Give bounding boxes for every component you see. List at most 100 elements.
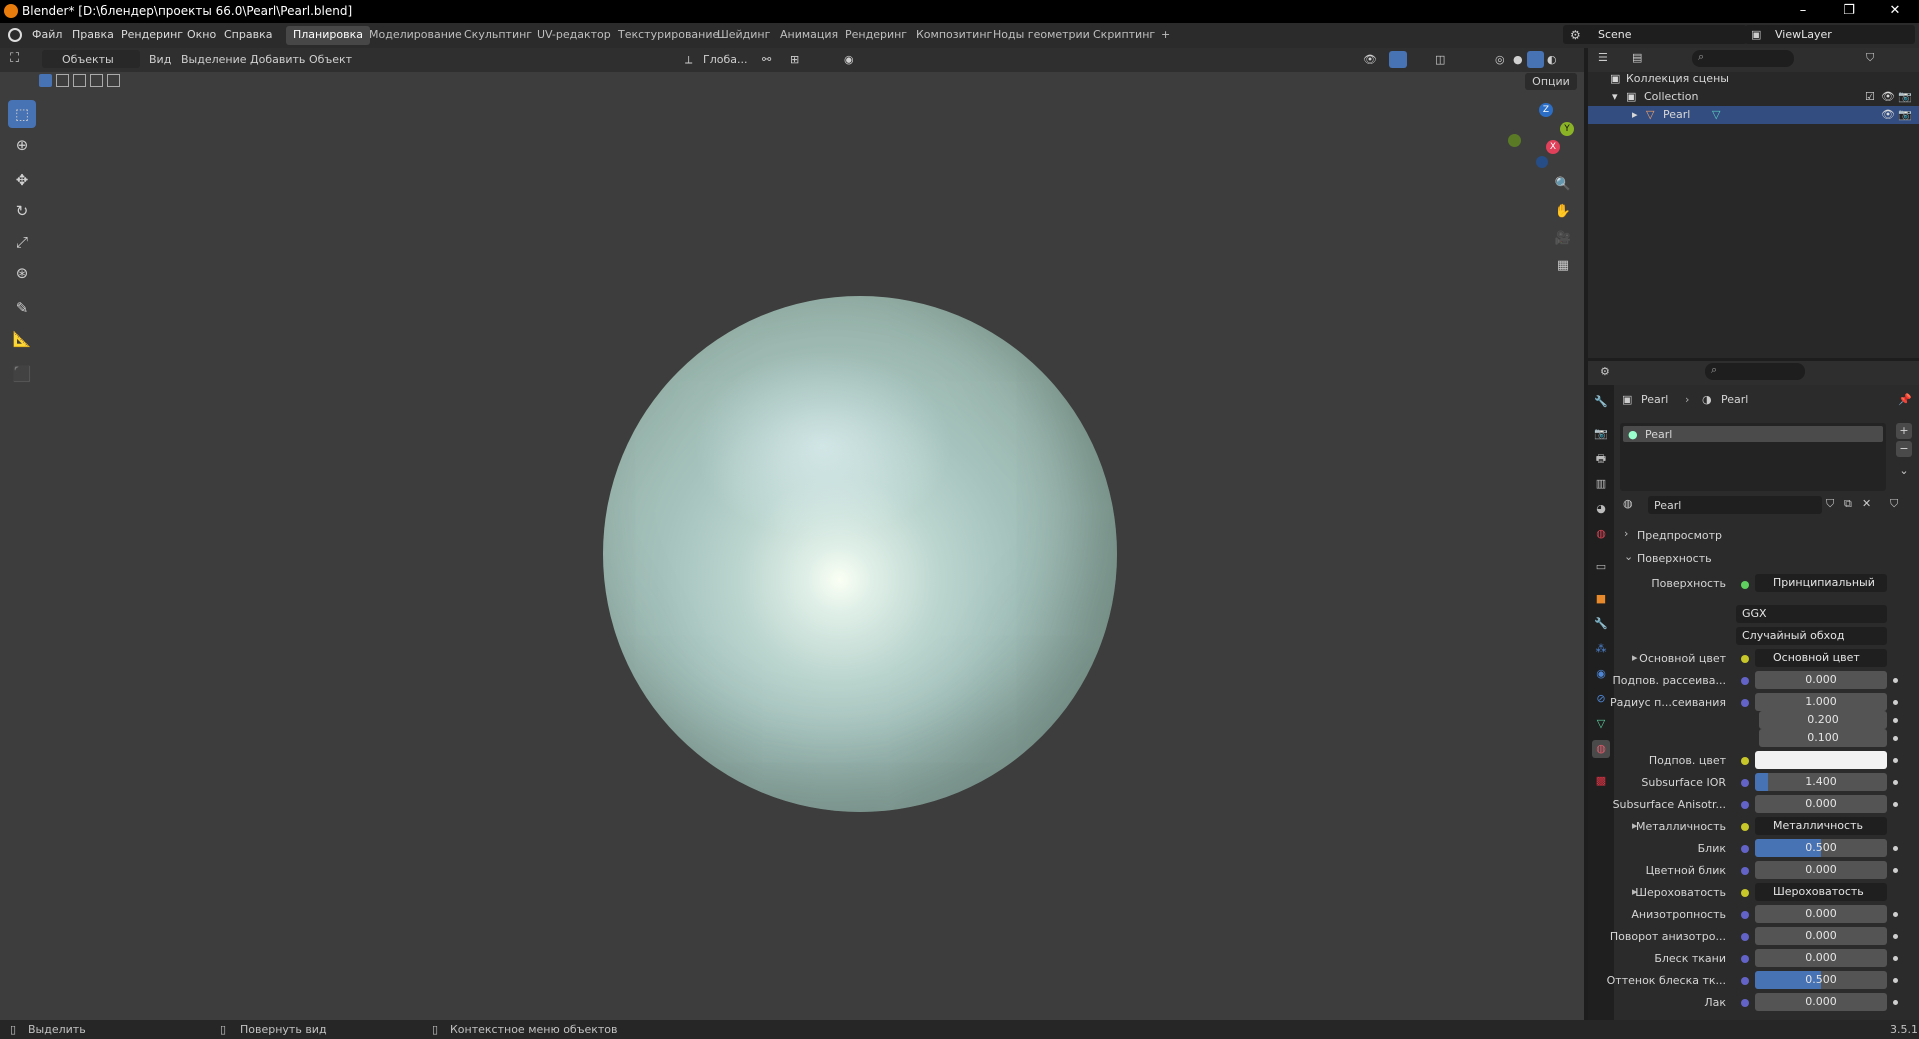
keyframe-dot-icon[interactable]: [1893, 912, 1898, 917]
transform-orientation-icon[interactable]: ⟂: [685, 53, 692, 67]
keyframe-dot-icon[interactable]: [1893, 718, 1898, 723]
number-field[interactable]: 0.000: [1755, 671, 1887, 689]
annotate-tool-icon[interactable]: ✎: [8, 294, 36, 322]
solid-shading-icon[interactable]: ●: [1513, 53, 1523, 66]
rendered-shading-icon[interactable]: ◐: [1547, 53, 1557, 66]
number-field[interactable]: 0.200: [1759, 711, 1887, 729]
gizmo-z-axis[interactable]: Z: [1539, 103, 1553, 117]
socket-dot[interactable]: [1741, 655, 1749, 663]
section-surface[interactable]: Поверхность: [1637, 552, 1712, 565]
gizmo-toggle[interactable]: [1389, 51, 1407, 68]
socket-dot[interactable]: [1741, 911, 1749, 919]
collection-tab-icon[interactable]: ▭: [1592, 558, 1610, 576]
material-browse-icon[interactable]: ◍: [1623, 497, 1633, 510]
workspace-tab[interactable]: Шейдинг: [710, 26, 777, 45]
options-button[interactable]: Опции: [1525, 73, 1577, 90]
workspace-tab[interactable]: Скульптинг: [457, 26, 539, 45]
viewport-menu-view[interactable]: Вид: [149, 53, 171, 66]
workspace-tab[interactable]: Моделирование: [362, 26, 469, 45]
world-tab-icon[interactable]: ◍: [1592, 525, 1610, 543]
properties-search-input[interactable]: ⌕: [1705, 363, 1805, 380]
linked-input-field[interactable]: Основной цвет: [1755, 649, 1887, 667]
visibility-icon[interactable]: 👁: [1363, 53, 1377, 66]
object-tab-icon[interactable]: ■: [1592, 590, 1610, 608]
material-preview-shading[interactable]: [1527, 51, 1544, 68]
keyframe-dot-icon[interactable]: [1893, 1000, 1898, 1005]
scene-tab-icon[interactable]: ◕: [1592, 500, 1610, 518]
preview-expand-icon[interactable]: ›: [1624, 527, 1628, 540]
socket-dot[interactable]: [1741, 889, 1749, 897]
maximize-button[interactable]: ❐: [1826, 0, 1872, 23]
scene-selector[interactable]: [1563, 25, 1747, 44]
transform-tool-icon[interactable]: ⊛: [8, 259, 36, 287]
transform-orientation[interactable]: Глоба...: [703, 53, 747, 66]
viewlayer-name[interactable]: ViewLayer: [1775, 28, 1832, 41]
pivot-icon[interactable]: ⚯: [762, 53, 771, 66]
wireframe-shading-icon[interactable]: ◎: [1495, 53, 1505, 66]
menu-file[interactable]: Файл: [32, 28, 62, 41]
select-box-tool-icon[interactable]: ⬚: [8, 100, 36, 128]
socket-dot[interactable]: [1741, 845, 1749, 853]
keyframe-dot-icon[interactable]: [1893, 846, 1898, 851]
material-name[interactable]: Pearl: [1654, 499, 1681, 512]
close-button[interactable]: ✕: [1872, 0, 1918, 23]
output-tab-icon[interactable]: 🖶: [1592, 450, 1610, 468]
socket-dot[interactable]: [1741, 823, 1749, 831]
measure-tool-icon[interactable]: 📐: [8, 325, 36, 353]
eye-icon[interactable]: 👁: [1881, 90, 1895, 103]
keyframe-dot-icon[interactable]: [1893, 736, 1898, 741]
viewport-menu-object[interactable]: Объект: [309, 53, 352, 66]
blender-menu-icon[interactable]: [8, 28, 22, 42]
eye-icon[interactable]: 👁: [1881, 108, 1895, 121]
render-tab-icon[interactable]: 📷: [1592, 425, 1610, 443]
viewport-menu-select[interactable]: Выделение: [181, 53, 247, 66]
zoom-icon[interactable]: 🔍: [1550, 172, 1576, 198]
slot-menu-chevron-icon[interactable]: ⌄: [1896, 463, 1912, 479]
menu-render[interactable]: Рендеринг: [121, 28, 183, 41]
grid-ortho-icon[interactable]: ▦: [1550, 253, 1576, 279]
remove-slot-button[interactable]: −: [1896, 441, 1912, 457]
minimize-button[interactable]: –: [1780, 0, 1826, 23]
scene-name[interactable]: Scene: [1598, 28, 1632, 41]
workspace-tab[interactable]: Ноды геометрии: [986, 26, 1097, 45]
socket-dot[interactable]: [1741, 933, 1749, 941]
keyframe-dot-icon[interactable]: [1893, 802, 1898, 807]
socket-dot[interactable]: [1741, 999, 1749, 1007]
node-filter-icon[interactable]: ⛉: [1890, 497, 1898, 511]
display-mode-icon[interactable]: ▤: [1632, 51, 1642, 64]
surface-shader-field[interactable]: Принципиальный BSDF: [1755, 574, 1887, 592]
socket-dot[interactable]: [1741, 867, 1749, 875]
gizmo-neg-y[interactable]: [1508, 134, 1521, 147]
number-field[interactable]: 0.000: [1755, 795, 1887, 813]
select-extend-icon[interactable]: [56, 74, 69, 87]
outliner-search-input[interactable]: ⌕: [1692, 50, 1794, 67]
gizmo-x-axis[interactable]: X: [1546, 140, 1560, 154]
subsurface-method-select[interactable]: Случайный обход: [1736, 627, 1887, 645]
socket-dot[interactable]: [1741, 801, 1749, 809]
socket-dot[interactable]: [1741, 977, 1749, 985]
add-cube-tool-icon[interactable]: ⬛: [8, 360, 36, 388]
number-field[interactable]: 0.000: [1755, 949, 1887, 967]
number-field[interactable]: 0.000: [1755, 861, 1887, 879]
select-new-icon[interactable]: [39, 74, 52, 87]
proportional-edit-icon[interactable]: ◉: [844, 53, 854, 66]
workspace-tab[interactable]: UV-редактор: [530, 26, 618, 45]
socket-dot[interactable]: [1741, 779, 1749, 787]
camera-icon[interactable]: 📷: [1898, 90, 1912, 103]
rotate-tool-icon[interactable]: ↻: [8, 197, 36, 225]
keyframe-dot-icon[interactable]: [1893, 978, 1898, 983]
outliner-scene-collection[interactable]: ▣ Коллекция сцены: [1588, 70, 1919, 88]
fake-user-icon[interactable]: ⛉: [1826, 497, 1834, 511]
camera-icon[interactable]: 🎥: [1550, 226, 1576, 252]
keyframe-dot-icon[interactable]: [1893, 868, 1898, 873]
number-field[interactable]: 1.400: [1755, 773, 1887, 791]
pan-hand-icon[interactable]: ✋: [1550, 199, 1576, 225]
keyframe-dot-icon[interactable]: [1893, 956, 1898, 961]
number-field[interactable]: 0.500: [1755, 971, 1887, 989]
socket-dot[interactable]: [1741, 677, 1749, 685]
add-slot-button[interactable]: +: [1896, 423, 1912, 439]
keyframe-dot-icon[interactable]: [1893, 780, 1898, 785]
number-field[interactable]: 0.000: [1755, 927, 1887, 945]
number-field[interactable]: 1.000: [1755, 693, 1887, 711]
outliner-object-pearl[interactable]: ▸ ▽ Pearl ▽ 👁 📷: [1588, 106, 1919, 124]
